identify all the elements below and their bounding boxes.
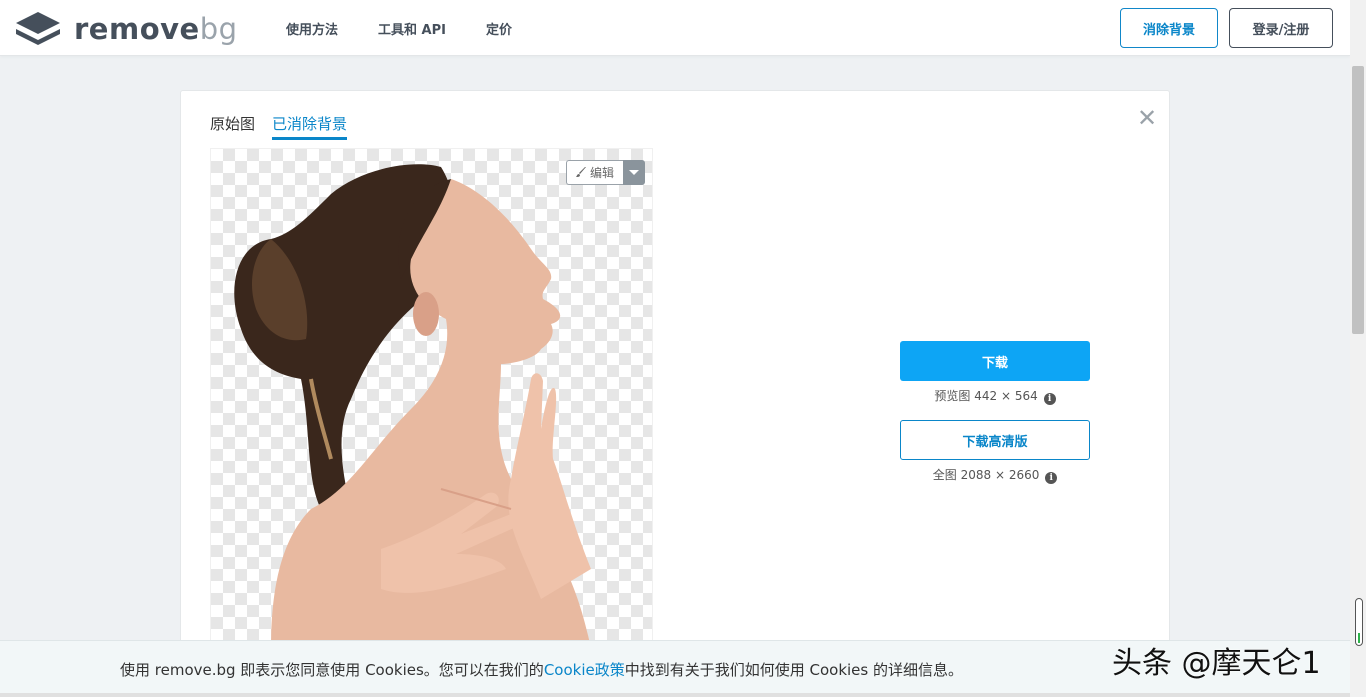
full-size-info: 全图 2088 × 2660 i bbox=[900, 466, 1090, 484]
remove-background-button[interactable]: 消除背景 bbox=[1120, 8, 1218, 48]
download-button[interactable]: 下载 bbox=[900, 341, 1090, 381]
preview-size-info: 预览图 442 × 564 i bbox=[900, 387, 1090, 405]
page-scrollbar[interactable] bbox=[1350, 0, 1366, 697]
logo[interactable]: removebg bbox=[16, 12, 238, 46]
tab-removed-background[interactable]: 已消除背景 bbox=[272, 113, 348, 140]
cookie-policy-link[interactable]: Cookie政策 bbox=[544, 661, 625, 679]
scrollbar-thumb[interactable] bbox=[1352, 66, 1364, 334]
result-image-preview: 编辑 bbox=[210, 148, 653, 648]
result-card: 原始图 已消除背景 ✕ 编辑 下载 预览图 442 × 564 i 下载高清版 … bbox=[180, 90, 1170, 690]
watermark: 头条 @摩天仑1 bbox=[1112, 646, 1321, 681]
top-header: removebg 使用方法 工具和 API 定价 消除背景 登录/注册 bbox=[0, 0, 1350, 56]
download-hd-button[interactable]: 下载高清版 bbox=[900, 420, 1090, 460]
nav-tools-api[interactable]: 工具和 API bbox=[378, 19, 446, 38]
logo-text: removebg bbox=[74, 12, 238, 46]
cookie-notice-text: 使用 remove.bg 即表示您同意使用 Cookies。您可以在我们的Coo… bbox=[120, 661, 963, 679]
logo-layers-icon bbox=[16, 12, 60, 45]
login-register-button[interactable]: 登录/注册 bbox=[1229, 8, 1333, 48]
close-icon[interactable]: ✕ bbox=[1137, 106, 1157, 130]
scroll-indicator bbox=[1355, 598, 1363, 646]
image-tabs: 原始图 已消除背景 bbox=[210, 113, 364, 140]
bottom-strip bbox=[0, 693, 1350, 697]
edit-button[interactable]: 编辑 bbox=[566, 160, 623, 185]
info-icon[interactable]: i bbox=[1043, 393, 1056, 405]
cutout-portrait-image bbox=[234, 164, 591, 647]
info-icon[interactable]: i bbox=[1045, 472, 1058, 484]
nav-pricing[interactable]: 定价 bbox=[486, 19, 512, 38]
nav-how-to[interactable]: 使用方法 bbox=[286, 19, 338, 38]
main-nav: 使用方法 工具和 API 定价 bbox=[286, 0, 552, 56]
edit-controls: 编辑 bbox=[566, 160, 645, 185]
edit-label: 编辑 bbox=[589, 166, 614, 180]
tab-original[interactable]: 原始图 bbox=[210, 113, 255, 140]
caret-down-icon bbox=[629, 170, 639, 175]
edit-dropdown-toggle[interactable] bbox=[623, 160, 645, 185]
brush-icon bbox=[575, 167, 586, 177]
